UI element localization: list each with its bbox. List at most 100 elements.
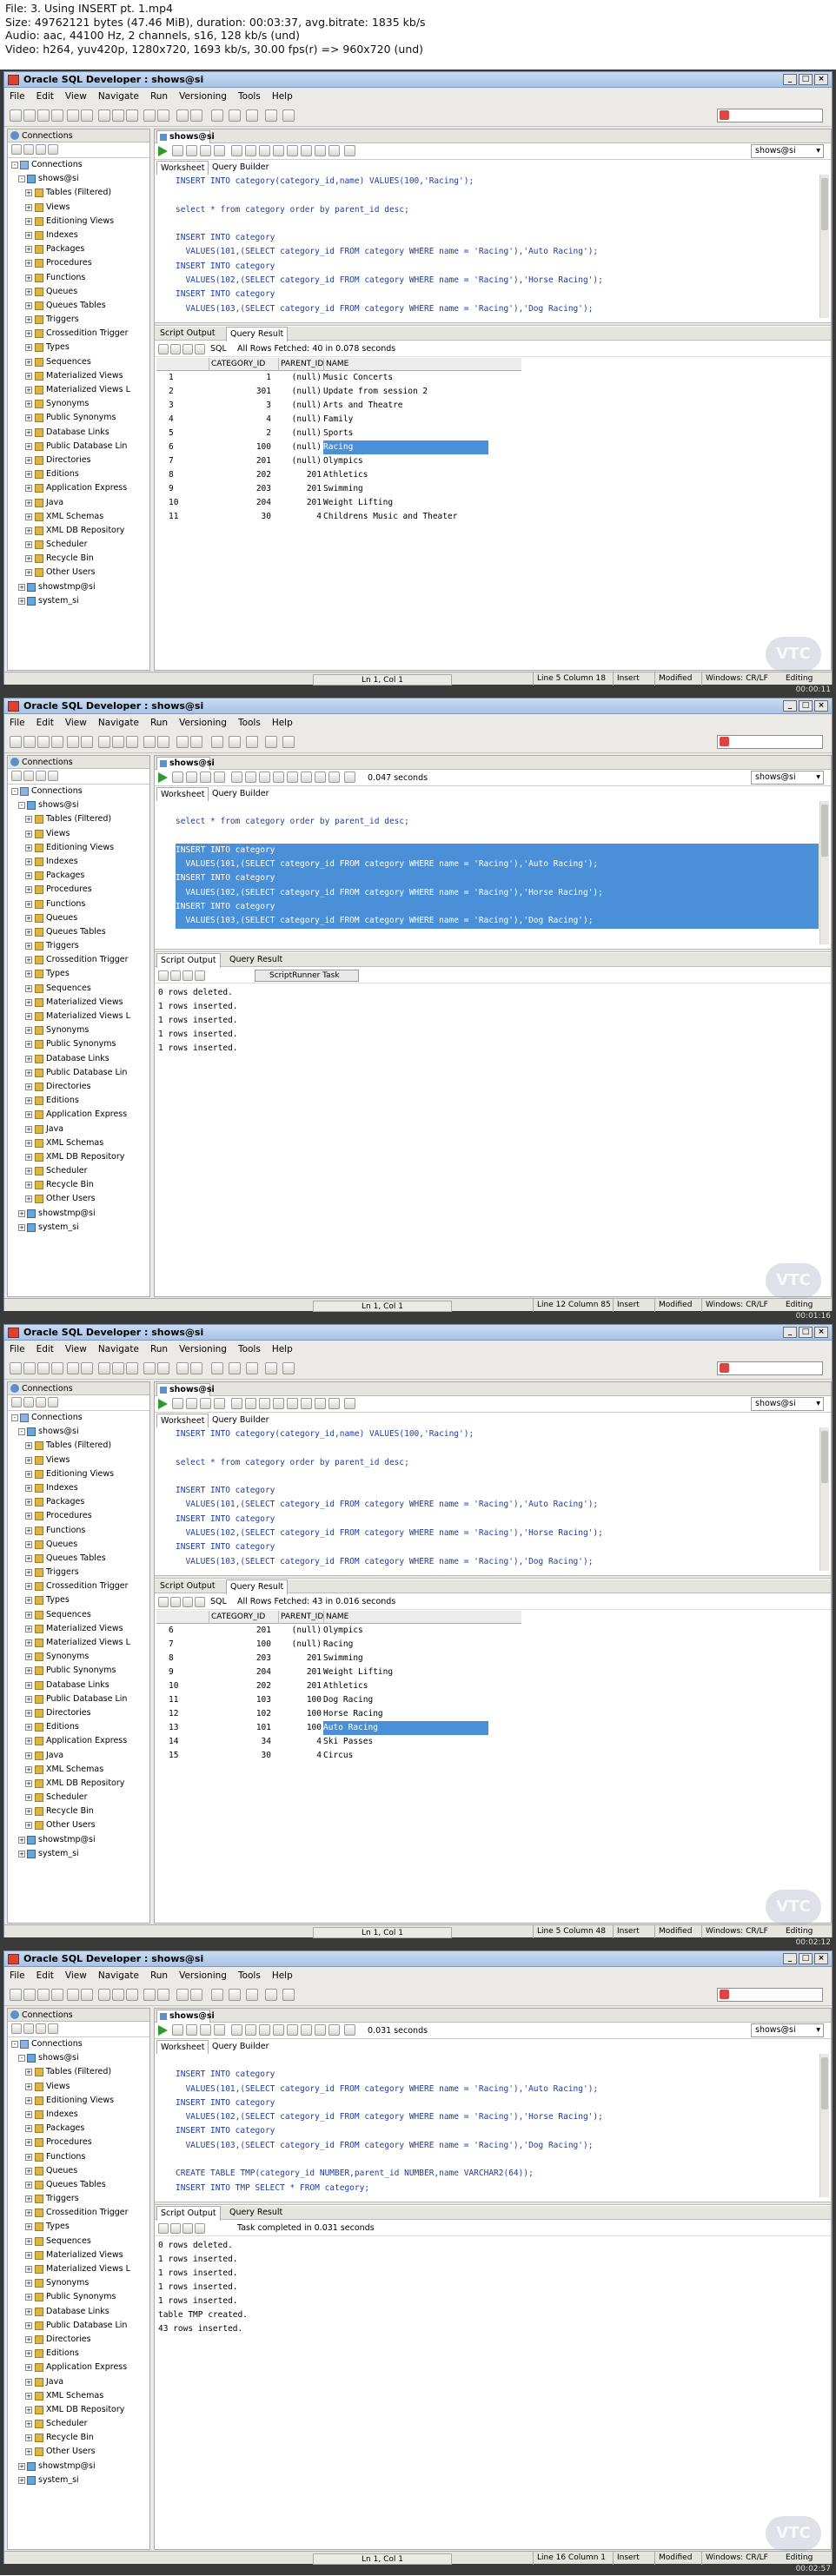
tree-item[interactable]: + Indexes — [8, 1481, 149, 1495]
worksheet-action-icon[interactable] — [245, 2024, 256, 2036]
expand-icon[interactable]: + — [25, 569, 32, 577]
menu-item[interactable]: Navigate — [98, 1344, 139, 1354]
expand-icon[interactable]: + — [25, 1639, 32, 1646]
editor-scrollbar[interactable] — [819, 801, 829, 944]
expand-icon[interactable]: + — [25, 2195, 32, 2203]
menu-item[interactable]: View — [65, 1970, 87, 1981]
toolbar-button-icon[interactable] — [98, 1362, 110, 1374]
worksheet-action-icon[interactable] — [287, 2024, 298, 2036]
maximize-icon[interactable]: □ — [799, 700, 813, 712]
tree-item[interactable]: + Queues Tables — [8, 299, 149, 313]
output-action-icon[interactable] — [195, 344, 205, 354]
expand-icon[interactable]: + — [25, 1125, 32, 1133]
run-statement-icon[interactable] — [158, 146, 168, 156]
expand-icon[interactable]: + — [25, 1611, 32, 1619]
column-header[interactable]: NAME — [323, 1611, 523, 1624]
table-row[interactable]: 2 301 (null) Update from session 2 — [156, 385, 521, 399]
sql-editor[interactable]: INSERT INTO category VALUES(101,(SELECT … — [156, 2054, 819, 2197]
column-header[interactable]: CATEGORY_ID — [209, 1611, 278, 1624]
worksheet-action-icon[interactable] — [200, 771, 211, 783]
worksheet-action-icon[interactable] — [273, 2024, 284, 2036]
tab-query-builder[interactable]: Query Builder — [209, 161, 273, 174]
connection-select[interactable]: shows@si ▾ — [751, 144, 824, 158]
tree-item[interactable]: + Database Links — [8, 1052, 149, 1066]
tree-item[interactable]: + Packages — [8, 869, 149, 883]
output-action-icon[interactable] — [182, 970, 193, 981]
table-row[interactable]: 1 1 (null) Music Concerts — [156, 371, 521, 385]
expand-icon[interactable]: + — [25, 203, 32, 211]
tab-script-output[interactable]: Script Output — [156, 327, 219, 341]
worksheet-action-icon[interactable] — [315, 145, 326, 156]
menu-item[interactable]: Help — [272, 1344, 293, 1354]
toolbar-button-icon[interactable] — [67, 109, 79, 122]
tree-item[interactable]: + XML DB Repository — [8, 1777, 149, 1791]
tree-item[interactable]: + Public Synonyms — [8, 1664, 149, 1678]
editor-scrollbar[interactable] — [819, 175, 829, 318]
output-action-icon[interactable] — [170, 970, 181, 981]
menu-item[interactable]: File — [10, 1970, 25, 1981]
output-action-icon[interactable] — [195, 1597, 205, 1607]
connections-tab[interactable]: Connections — [8, 129, 149, 142]
toolbar-button-icon[interactable] — [81, 109, 93, 122]
editor-scrollbar[interactable] — [819, 1427, 829, 1571]
tree-item[interactable]: + Other Users — [8, 1192, 149, 1206]
toolbar-button-icon[interactable] — [143, 736, 156, 748]
menu-item[interactable]: File — [10, 1344, 25, 1354]
expand-icon[interactable]: + — [25, 2350, 32, 2358]
toolbar-button-icon[interactable] — [211, 109, 223, 122]
toolbar-button-icon[interactable] — [126, 109, 138, 122]
worksheet-action-icon[interactable] — [344, 1398, 355, 1409]
expand-icon[interactable]: + — [25, 1069, 32, 1076]
worksheet-action-icon[interactable] — [231, 771, 242, 783]
expand-icon[interactable]: + — [25, 2294, 32, 2301]
expand-icon[interactable]: + — [25, 401, 32, 408]
expand-icon[interactable]: + — [25, 2153, 32, 2161]
toolbar-button-icon[interactable] — [98, 736, 110, 748]
pane-splitter[interactable] — [155, 1575, 831, 1579]
tree-item[interactable]: + Application Express — [8, 2361, 149, 2374]
worksheet-action-icon[interactable] — [287, 771, 298, 783]
toolbar-button-icon[interactable] — [265, 109, 277, 122]
search-input[interactable] — [717, 735, 823, 749]
menu-item[interactable]: Navigate — [98, 718, 139, 728]
minimize-icon[interactable]: _ — [783, 1327, 797, 1338]
toolbar-button-icon[interactable] — [211, 1989, 223, 2001]
tree-item[interactable]: + Public Database Lin — [8, 440, 149, 454]
toolbar-button-icon[interactable] — [176, 109, 189, 122]
tree-item[interactable]: + Materialized Views — [8, 2248, 149, 2262]
expand-icon[interactable]: + — [25, 2364, 32, 2372]
tree-item[interactable]: + Types — [8, 341, 149, 354]
menu-item[interactable]: Edit — [36, 1344, 54, 1354]
tree-item[interactable]: + Synonyms — [8, 1650, 149, 1664]
maximize-icon[interactable]: □ — [799, 1327, 813, 1338]
expand-icon[interactable]: + — [25, 1027, 32, 1035]
output-action-icon[interactable] — [170, 2223, 181, 2234]
expand-icon[interactable]: + — [25, 2223, 32, 2231]
toolbar-button-icon[interactable] — [143, 1989, 156, 2001]
collapse-icon[interactable]: - — [18, 2055, 25, 2063]
output-action-icon[interactable] — [182, 2223, 193, 2234]
toolbar-button-icon[interactable] — [23, 109, 36, 122]
worksheet-action-icon[interactable] — [315, 1398, 326, 1409]
expand-icon[interactable]: + — [25, 1097, 32, 1105]
expand-icon[interactable]: + — [25, 414, 32, 422]
toolbar-button-icon[interactable] — [282, 1989, 295, 2001]
tab-query-result[interactable]: Query Result — [226, 2206, 286, 2220]
worksheet-action-icon[interactable] — [245, 771, 256, 783]
worksheet-action-icon[interactable] — [214, 2024, 225, 2036]
menu-item[interactable]: Help — [272, 91, 293, 102]
expand-icon[interactable]: + — [25, 1484, 32, 1492]
menu-item[interactable]: Versioning — [179, 1970, 227, 1981]
tree-item[interactable]: + Database Links — [8, 1679, 149, 1692]
table-row[interactable]: 15 30 4 Circus — [156, 1749, 521, 1763]
table-row[interactable]: 3 3 (null) Arts and Theatre — [156, 399, 521, 413]
doc-tab[interactable]: shows@si — [156, 1383, 215, 1396]
result-grid[interactable]: CATEGORY_ID PARENT_ID NAME 1 1 (null) Music Co… — [156, 358, 521, 524]
tree-item[interactable]: + Directories — [8, 2333, 149, 2347]
tree-item[interactable]: + Functions — [8, 271, 149, 285]
output-action-icon[interactable] — [170, 1597, 181, 1607]
toolbar-button-icon[interactable] — [37, 109, 50, 122]
tree-item[interactable]: + Synonyms — [8, 1023, 149, 1037]
expand-icon[interactable]: + — [25, 943, 32, 950]
tab-worksheet[interactable]: Worksheet — [156, 787, 209, 801]
